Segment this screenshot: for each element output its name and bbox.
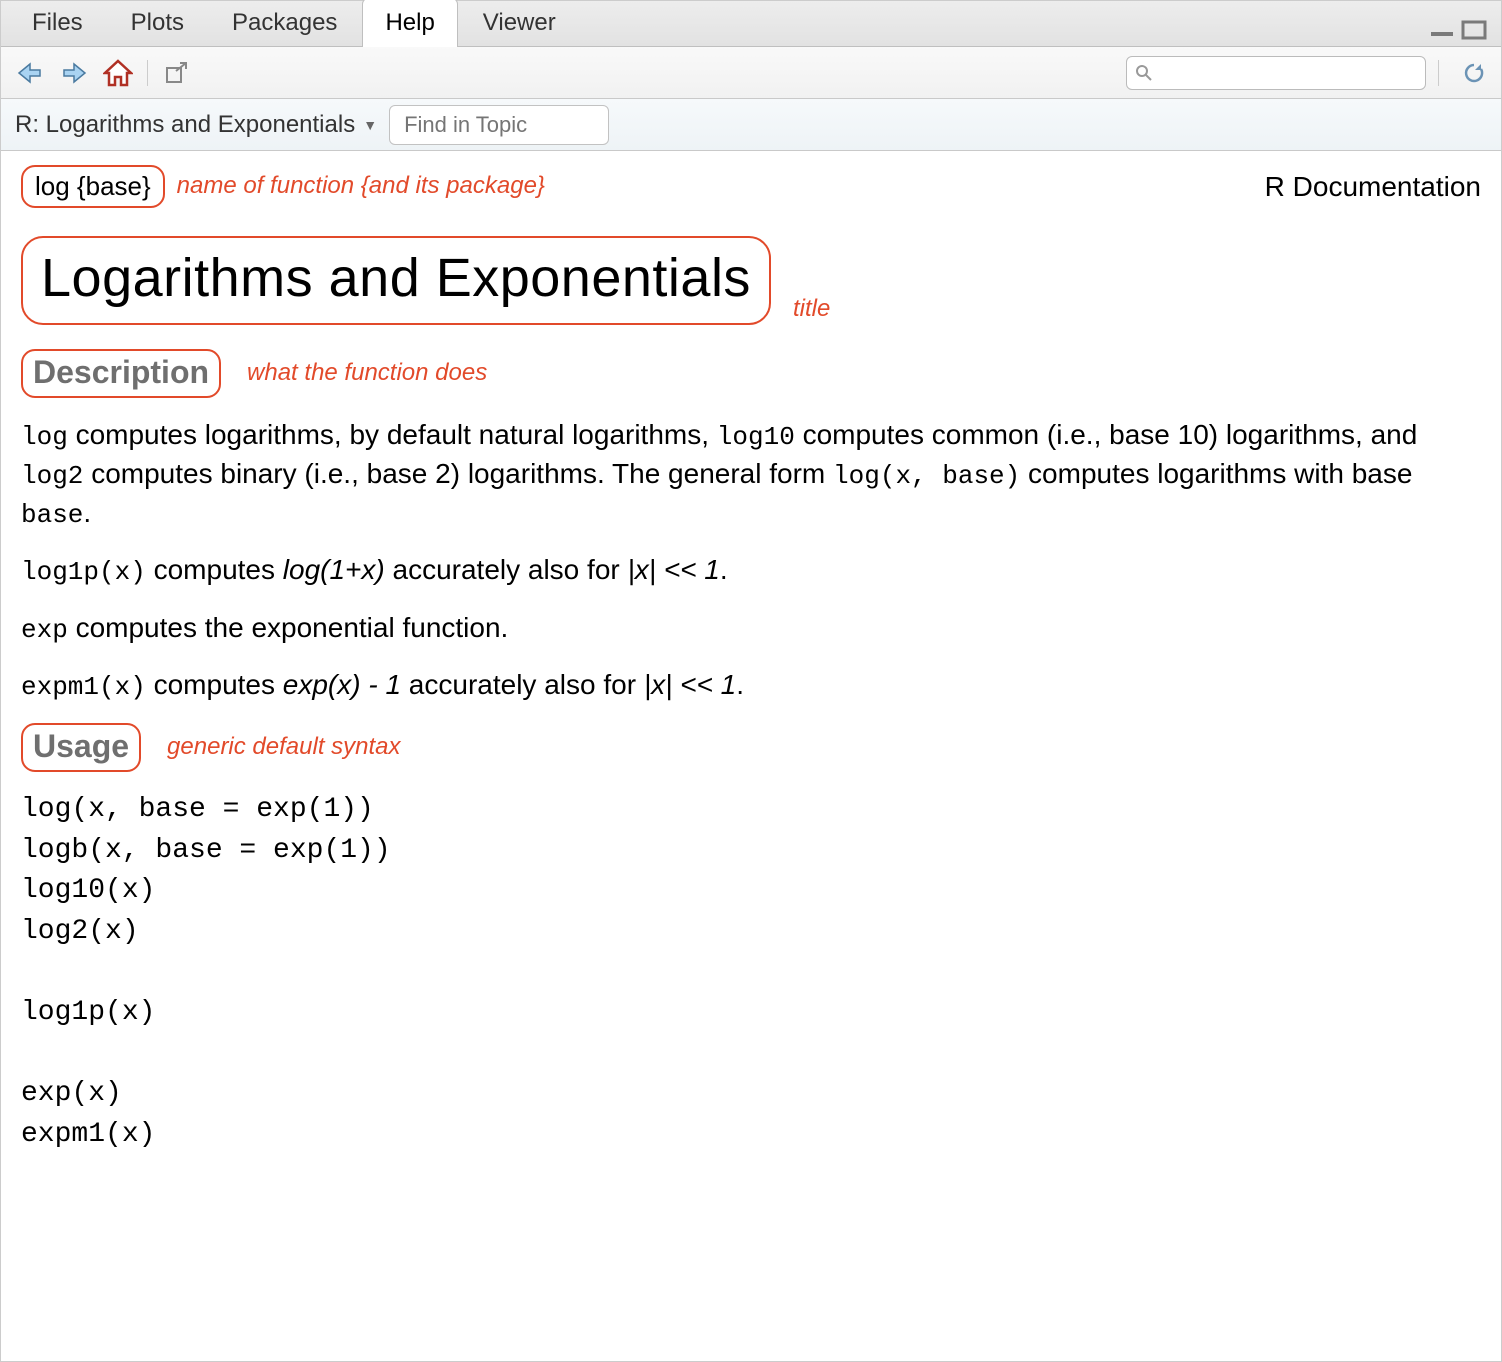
annotation-title: title: [793, 293, 830, 325]
chevron-down-icon: ▼: [363, 117, 377, 133]
code-exp: exp: [21, 615, 68, 645]
tab-plots[interactable]: Plots: [108, 0, 207, 47]
section-description-heading: Description: [33, 351, 209, 394]
help-title: Logarithms and Exponentials: [21, 236, 771, 325]
annotation-usage: generic default syntax: [167, 731, 400, 763]
help-search[interactable]: [1126, 56, 1426, 90]
code-log: log: [21, 422, 68, 452]
toolbar-separator-2: [1438, 60, 1439, 86]
section-usage-heading: Usage: [33, 725, 129, 768]
function-name-badge: log {base}: [21, 165, 165, 208]
minimize-pane-icon[interactable]: [1429, 22, 1455, 38]
description-paragraph-3: exp computes the exponential function.: [21, 609, 1481, 648]
pane-tabstrip: Files Plots Packages Help Viewer: [1, 1, 1501, 47]
toolbar-separator: [147, 60, 148, 86]
section-description: Description: [21, 349, 221, 398]
description-paragraph-2: log1p(x) computes log(1+x) accurately al…: [21, 551, 1481, 590]
description-paragraph-1: log computes logarithms, by default natu…: [21, 416, 1481, 533]
usage-code-block: log(x, base = exp(1)) logb(x, base = exp…: [21, 790, 1481, 1155]
help-search-input[interactable]: [1153, 61, 1417, 84]
tab-files[interactable]: Files: [9, 0, 106, 47]
help-toolbar: [1, 47, 1501, 99]
code-log1p: log1p(x): [21, 557, 146, 587]
find-in-topic-input[interactable]: [389, 105, 609, 145]
back-button[interactable]: [13, 56, 47, 90]
help-title-text: Logarithms and Exponentials: [41, 242, 751, 315]
maximize-pane-icon[interactable]: [1461, 20, 1487, 40]
help-content: log {base} name of function {and its pac…: [1, 151, 1501, 1169]
tab-viewer[interactable]: Viewer: [460, 0, 579, 47]
code-base: base: [21, 500, 83, 530]
popout-button[interactable]: [160, 56, 194, 90]
help-crumb-bar: R: Logarithms and Exponentials ▼: [1, 99, 1501, 151]
annotation-fn-badge: name of function {and its package}: [177, 170, 545, 202]
section-usage: Usage: [21, 723, 141, 772]
annotation-description: what the function does: [247, 357, 487, 389]
description-paragraph-4: expm1(x) computes exp(x) - 1 accurately …: [21, 666, 1481, 705]
search-icon: [1135, 64, 1153, 82]
tab-help[interactable]: Help: [362, 0, 457, 47]
forward-button[interactable]: [57, 56, 91, 90]
code-log10: log10: [717, 422, 795, 452]
help-topic-label: R: Logarithms and Exponentials: [15, 111, 355, 139]
tab-packages[interactable]: Packages: [209, 0, 360, 47]
code-log2: log2: [21, 461, 83, 491]
code-logxbase: log(x, base): [833, 461, 1020, 491]
code-expm1: expm1(x): [21, 672, 146, 702]
r-documentation-label: R Documentation: [1265, 168, 1481, 206]
refresh-button[interactable]: [1459, 58, 1489, 88]
help-topic-dropdown[interactable]: R: Logarithms and Exponentials ▼: [15, 111, 377, 139]
home-button[interactable]: [101, 56, 135, 90]
